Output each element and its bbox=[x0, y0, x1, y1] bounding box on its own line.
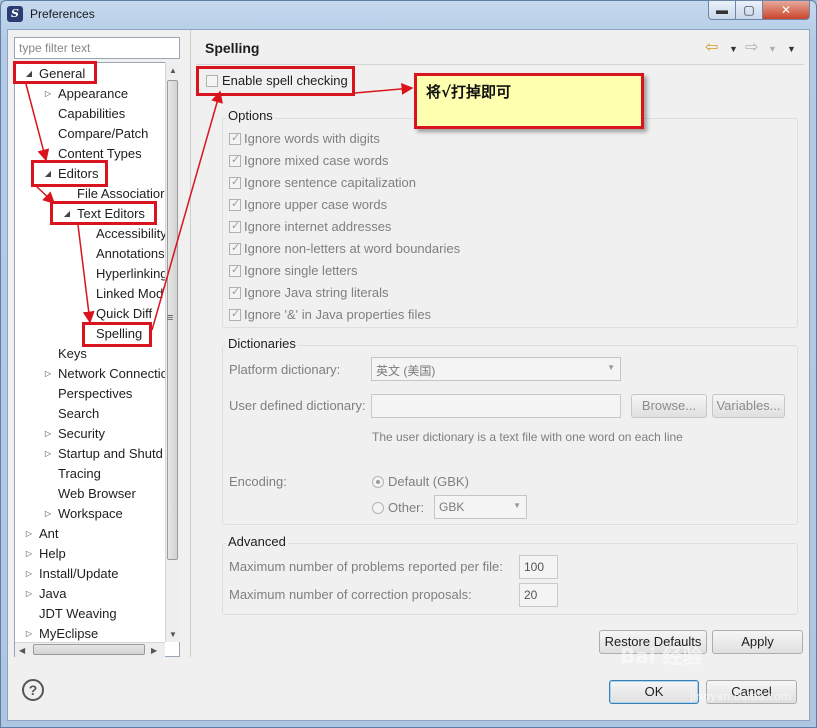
arrow-spelling-to-checkbox bbox=[151, 90, 223, 331]
arrow-text-editors-to-spelling bbox=[77, 224, 95, 324]
annotation-note-text: 将√打掉即可 bbox=[426, 83, 512, 101]
watermark-url: jingyan.baidu.com bbox=[690, 690, 792, 703]
watermark-logo: Bai 经验 bbox=[620, 644, 703, 668]
annotation-arrows bbox=[25, 82, 414, 331]
arrow-general-to-editors bbox=[25, 83, 50, 162]
arrow-editors-to-text-editors bbox=[35, 185, 56, 205]
arrow-checkbox-to-note bbox=[354, 82, 414, 95]
